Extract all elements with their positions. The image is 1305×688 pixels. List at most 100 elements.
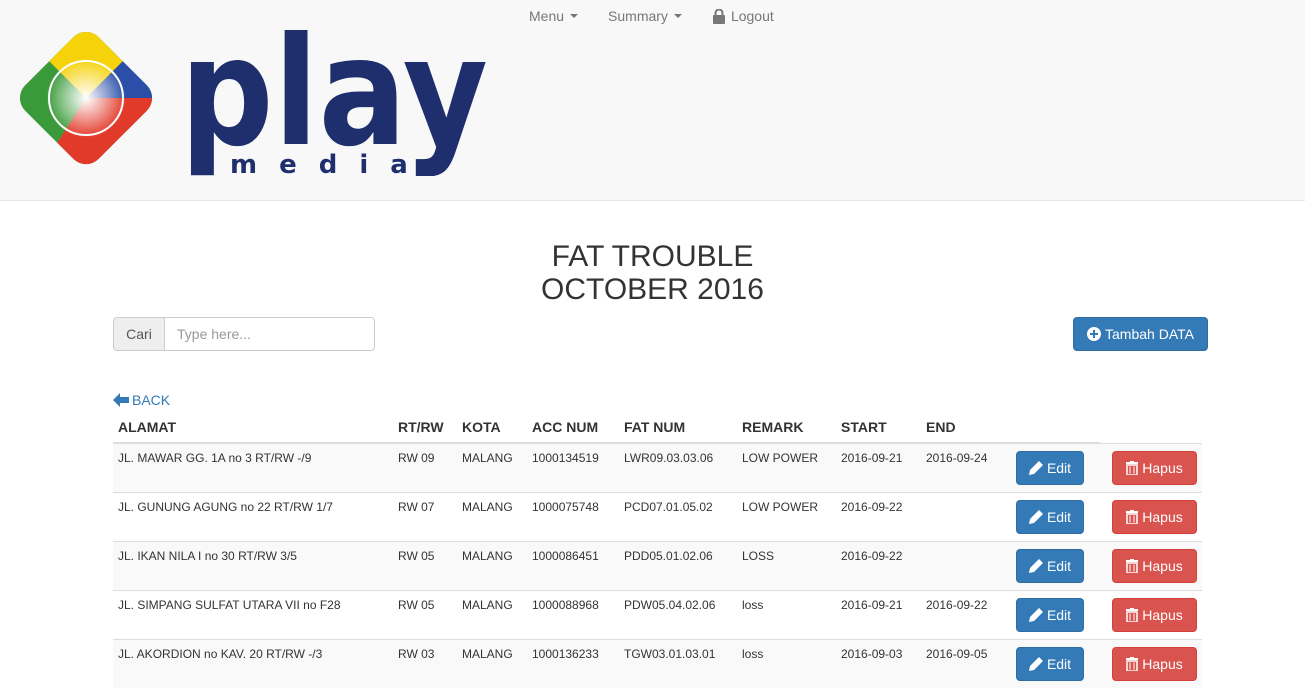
edit-label: Edit [1047, 558, 1071, 574]
delete-label: Hapus [1142, 656, 1182, 672]
cell-rtrw: RW 07 [393, 493, 457, 542]
cell-fat-num: PDW05.04.02.06 [619, 591, 737, 640]
cell-start: 2016-09-22 [836, 542, 921, 591]
edit-label: Edit [1047, 509, 1071, 525]
cell-fat-num: PDD05.01.02.06 [619, 542, 737, 591]
cell-kota: MALANG [457, 591, 527, 640]
delete-button[interactable]: Hapus [1112, 451, 1197, 485]
navbar: Menu Summary Logout [529, 8, 774, 24]
cell-start: 2016-09-21 [836, 591, 921, 640]
edit-button[interactable]: Edit [1016, 451, 1084, 485]
add-data-button[interactable]: Tambah DATA [1073, 317, 1208, 351]
cell-remark: loss [737, 591, 836, 640]
logout-link[interactable]: Logout [712, 8, 774, 24]
cell-alamat: JL. IKAN NILA I no 30 RT/RW 3/5 [113, 542, 393, 591]
pencil-icon [1029, 461, 1043, 475]
trash-icon [1126, 657, 1138, 671]
trash-icon [1126, 461, 1138, 475]
cell-acc-num: 1000075748 [527, 493, 619, 542]
pencil-icon [1029, 657, 1043, 671]
summary-label: Summary [608, 8, 668, 24]
col-delete [1100, 412, 1202, 443]
header: Menu Summary Logout [0, 0, 1305, 201]
table-row: JL. AKORDION no KAV. 20 RT/RW -/3 RW 03 … [113, 640, 1202, 688]
cell-kota: MALANG [457, 443, 527, 493]
logout-label: Logout [731, 8, 774, 24]
search-input[interactable] [164, 317, 375, 351]
back-link[interactable]: BACK [113, 392, 170, 408]
edit-button[interactable]: Edit [1016, 598, 1084, 632]
svg-text:media: media [230, 150, 430, 176]
cell-kota: MALANG [457, 640, 527, 688]
col-edit [1006, 412, 1100, 443]
col-end: END [921, 412, 1006, 443]
delete-label: Hapus [1142, 460, 1182, 476]
edit-label: Edit [1047, 607, 1071, 623]
edit-button[interactable]: Edit [1016, 549, 1084, 583]
col-acc-num: ACC NUM [527, 412, 619, 443]
table-row: JL. IKAN NILA I no 30 RT/RW 3/5 RW 05 MA… [113, 542, 1202, 591]
back-label: BACK [132, 392, 170, 408]
cell-delete: Hapus [1100, 493, 1202, 542]
cell-remark: LOW POWER [737, 493, 836, 542]
cell-acc-num: 1000134519 [527, 443, 619, 493]
search-addon-label: Cari [113, 317, 164, 351]
cell-rtrw: RW 05 [393, 542, 457, 591]
cell-edit: Edit [1006, 542, 1100, 591]
cell-edit: Edit [1006, 640, 1100, 688]
cell-rtrw: RW 09 [393, 443, 457, 493]
pencil-icon [1029, 608, 1043, 622]
cell-fat-num: TGW03.01.03.01 [619, 640, 737, 688]
cell-delete: Hapus [1100, 542, 1202, 591]
cell-start: 2016-09-21 [836, 443, 921, 493]
cell-acc-num: 1000088968 [527, 591, 619, 640]
cell-remark: LOSS [737, 542, 836, 591]
edit-button[interactable]: Edit [1016, 500, 1084, 534]
cell-end: 2016-09-24 [921, 443, 1006, 493]
cell-kota: MALANG [457, 493, 527, 542]
pencil-icon [1029, 510, 1043, 524]
cell-rtrw: RW 05 [393, 591, 457, 640]
table-row: JL. SIMPANG SULFAT UTARA VII no F28 RW 0… [113, 591, 1202, 640]
fat-trouble-table: ALAMAT RT/RW KOTA ACC NUM FAT NUM REMARK… [113, 412, 1202, 688]
cell-remark: LOW POWER [737, 443, 836, 493]
cell-edit: Edit [1006, 493, 1100, 542]
cell-acc-num: 1000136233 [527, 640, 619, 688]
cell-remark: loss [737, 640, 836, 688]
play-media-logo: play media [12, 24, 492, 181]
cell-fat-num: LWR09.03.03.06 [619, 443, 737, 493]
cell-end: 2016-09-22 [921, 591, 1006, 640]
cell-start: 2016-09-03 [836, 640, 921, 688]
delete-label: Hapus [1142, 607, 1182, 623]
caret-down-icon [674, 14, 682, 18]
edit-label: Edit [1047, 460, 1071, 476]
delete-button[interactable]: Hapus [1112, 500, 1197, 534]
cell-start: 2016-09-22 [836, 493, 921, 542]
cell-delete: Hapus [1100, 640, 1202, 688]
caret-down-icon [570, 14, 578, 18]
col-start: START [836, 412, 921, 443]
trash-icon [1126, 559, 1138, 573]
cell-delete: Hapus [1100, 443, 1202, 493]
search-group: Cari [113, 317, 375, 351]
table-row: JL. MAWAR GG. 1A no 3 RT/RW -/9 RW 09 MA… [113, 443, 1202, 493]
edit-button[interactable]: Edit [1016, 647, 1084, 681]
page-title-line1: FAT TROUBLE [0, 240, 1305, 273]
menu-dropdown[interactable]: Menu [529, 8, 578, 24]
delete-button[interactable]: Hapus [1112, 598, 1197, 632]
delete-button[interactable]: Hapus [1112, 647, 1197, 681]
cell-acc-num: 1000086451 [527, 542, 619, 591]
col-fat-num: FAT NUM [619, 412, 737, 443]
summary-dropdown[interactable]: Summary [608, 8, 682, 24]
cell-end: 2016-09-05 [921, 640, 1006, 688]
table-row: JL. GUNUNG AGUNG no 22 RT/RW 1/7 RW 07 M… [113, 493, 1202, 542]
col-rtrw: RT/RW [393, 412, 457, 443]
cell-edit: Edit [1006, 443, 1100, 493]
cell-end [921, 542, 1006, 591]
trash-icon [1126, 510, 1138, 524]
page-title-line2: OCTOBER 2016 [0, 273, 1305, 306]
pencil-icon [1029, 559, 1043, 573]
plus-circle-icon [1087, 327, 1101, 341]
delete-button[interactable]: Hapus [1112, 549, 1197, 583]
cell-alamat: JL. AKORDION no KAV. 20 RT/RW -/3 [113, 640, 393, 688]
